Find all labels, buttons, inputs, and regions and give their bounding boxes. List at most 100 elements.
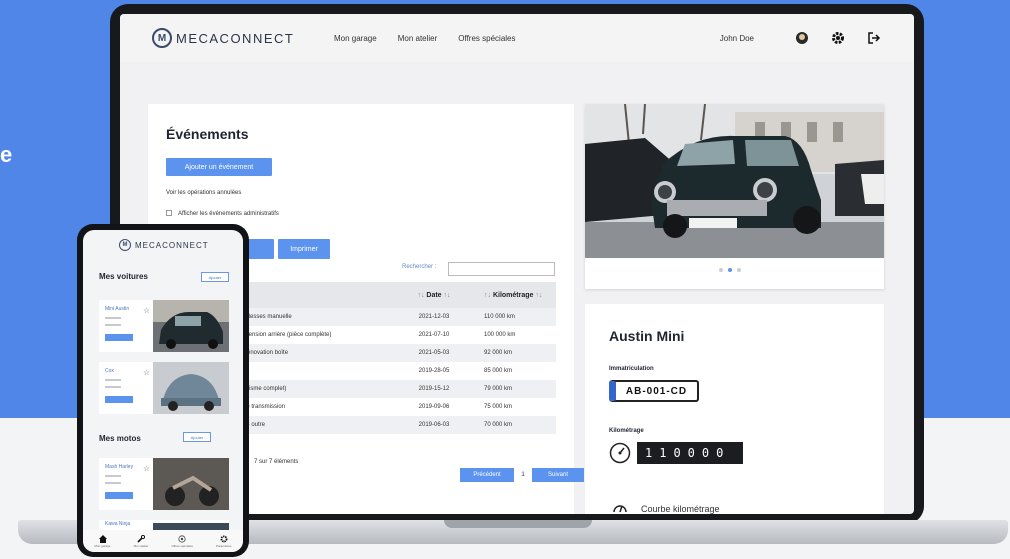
moto-card[interactable]: Kawa Ninja [99, 520, 229, 530]
carousel-dot-active[interactable] [728, 268, 732, 272]
logo-mark-icon: M [152, 28, 172, 48]
my-cars-title: Mes voitures [99, 272, 148, 281]
home-icon [98, 534, 107, 543]
cell-date: 2021-07-10 [418, 332, 450, 338]
car-card-button[interactable] [105, 334, 133, 341]
header-kilometrage[interactable]: ↑↓ Kilométrage ↑↓ [470, 292, 556, 299]
carousel-dot[interactable] [737, 268, 741, 272]
admin-events-checkbox[interactable] [166, 210, 172, 216]
print-button[interactable]: Imprimer [278, 239, 330, 259]
profile-icon[interactable] [792, 28, 812, 48]
gauge-icon [613, 500, 627, 514]
cell-km: 110 000 km [484, 314, 515, 320]
search-label: Rechercher : [402, 264, 437, 270]
carousel-dot[interactable] [719, 268, 723, 272]
plate-label: Immatriculation [609, 366, 654, 372]
gear-icon [220, 535, 228, 542]
car-card-button[interactable] [105, 396, 133, 403]
cell-km: 85 000 km [484, 368, 513, 374]
car-card-photo [153, 300, 229, 352]
car-photo-carousel [585, 104, 884, 289]
page-number[interactable]: 1 [514, 468, 532, 482]
phone-logo-text: MECACONNECT [135, 240, 209, 250]
nav-links: Mon garage Mon atelier Offres spéciales [334, 34, 537, 43]
laptop-notch [444, 520, 592, 528]
car-card[interactable]: Mini Austin ☆ [99, 300, 229, 352]
favorite-star-icon[interactable]: ☆ [143, 368, 150, 377]
phone-tab-bar: Mon garage Mon atelier Offres spéciales … [83, 530, 243, 552]
moto-card-info: Kawa Ninja [105, 521, 130, 527]
cancelled-operations-link[interactable]: Voir les opérations annulées [166, 190, 241, 196]
cell-date: 2019-28-05 [418, 368, 450, 374]
add-car-button[interactable]: Ajouter [201, 272, 229, 282]
phone-screen: M MECACONNECT Mes voitures Ajouter Mini … [83, 230, 243, 552]
side-text-fragment: e [0, 142, 13, 167]
moto-card-name: Kawa Ninja [105, 521, 131, 527]
cell-km: 100 000 km [484, 332, 516, 338]
add-event-button[interactable]: Ajouter un événement [166, 158, 272, 176]
car-card-name: Mini Austin [105, 306, 130, 312]
cell-date: 2019-06-03 [418, 422, 450, 428]
nav-link-mon-garage[interactable]: Mon garage [334, 34, 377, 43]
admin-events-toggle[interactable]: Afficher les événements administratifs [166, 210, 279, 217]
my-motos-title: Mes motos [99, 434, 141, 443]
top-navigation: M MECACONNECT Mon garage Mon atelier Off… [120, 14, 914, 62]
cell-date: 2019-15-12 [418, 386, 450, 392]
car-photo [585, 104, 884, 258]
license-plate: AB-001-CD [609, 380, 699, 402]
car-card-name: Cox [105, 368, 114, 374]
pagination: Précédent 1 Suivant [460, 468, 584, 482]
events-title: Événements [166, 126, 249, 142]
moto-card-photo [153, 458, 229, 510]
nav-user-area: John Doe [720, 28, 884, 48]
moto-card-photo [153, 520, 229, 530]
wrench-icon [137, 534, 145, 543]
favorite-star-icon[interactable]: ☆ [143, 464, 150, 473]
cell-date: 2021-05-03 [418, 350, 450, 356]
moto-card-info: Mash Harley [105, 464, 133, 499]
tab-parametres[interactable]: Paramètres [216, 535, 231, 548]
offer-icon [178, 534, 186, 543]
car-card-info: Mini Austin [105, 306, 133, 341]
add-moto-button[interactable]: Ajouter [183, 432, 211, 442]
nav-link-offres-speciales[interactable]: Offres spéciales [458, 34, 515, 43]
moto-card[interactable]: Mash Harley ☆ [99, 458, 229, 510]
car-name: Austin Mini [609, 328, 685, 344]
logout-icon[interactable] [864, 28, 884, 48]
car-card[interactable]: Cox ☆ [99, 362, 229, 414]
mileage-label: Kilométrage [609, 428, 644, 434]
car-details-card: Austin Mini Immatriculation AB-001-CD Ki… [585, 304, 884, 514]
cell-date: 2019-09-06 [418, 404, 450, 410]
tab-mon-garage[interactable]: Mon garage [95, 534, 111, 548]
app-logo[interactable]: M MECACONNECT [152, 28, 312, 48]
cell-km: 75 000 km [484, 404, 513, 410]
phone-app-logo[interactable]: M MECACONNECT [119, 239, 209, 251]
cell-km: 70 000 km [484, 422, 513, 428]
nav-link-mon-atelier[interactable]: Mon atelier [398, 34, 438, 43]
moto-card-name: Mash Harley [105, 464, 134, 470]
search-input[interactable] [448, 262, 555, 276]
moto-card-button[interactable] [105, 492, 133, 499]
odometer-display: 110000 [637, 442, 743, 464]
cell-date: 2021-12-03 [418, 314, 450, 320]
car-card-info: Cox [105, 368, 133, 403]
logo-text: MECACONNECT [176, 30, 295, 46]
pager-info: 7 sur 7 éléments [254, 459, 299, 465]
cell-km: 79 000 km [484, 386, 513, 392]
mileage-curve-label: Courbe kilométrage [641, 504, 720, 514]
carousel-dots [719, 268, 746, 272]
admin-events-label: Afficher les événements administratifs [178, 211, 279, 217]
car-card-photo [153, 362, 229, 414]
user-name[interactable]: John Doe [720, 34, 754, 43]
mileage-curve-link[interactable]: Courbe kilométrage [613, 500, 720, 514]
speedometer-icon [609, 442, 631, 464]
cell-km: 92 000 km [484, 350, 513, 356]
favorite-star-icon[interactable]: ☆ [143, 306, 150, 315]
header-date[interactable]: ↑↓ Date ↑↓ [398, 292, 470, 299]
previous-button[interactable]: Précédent [460, 468, 514, 482]
next-button[interactable]: Suivant [532, 468, 584, 482]
gear-icon[interactable] [828, 28, 848, 48]
tab-offres-speciales[interactable]: Offres spéciales [171, 534, 193, 548]
tab-mon-atelier[interactable]: Mon atelier [134, 534, 148, 548]
logo-mark-icon: M [119, 239, 131, 251]
